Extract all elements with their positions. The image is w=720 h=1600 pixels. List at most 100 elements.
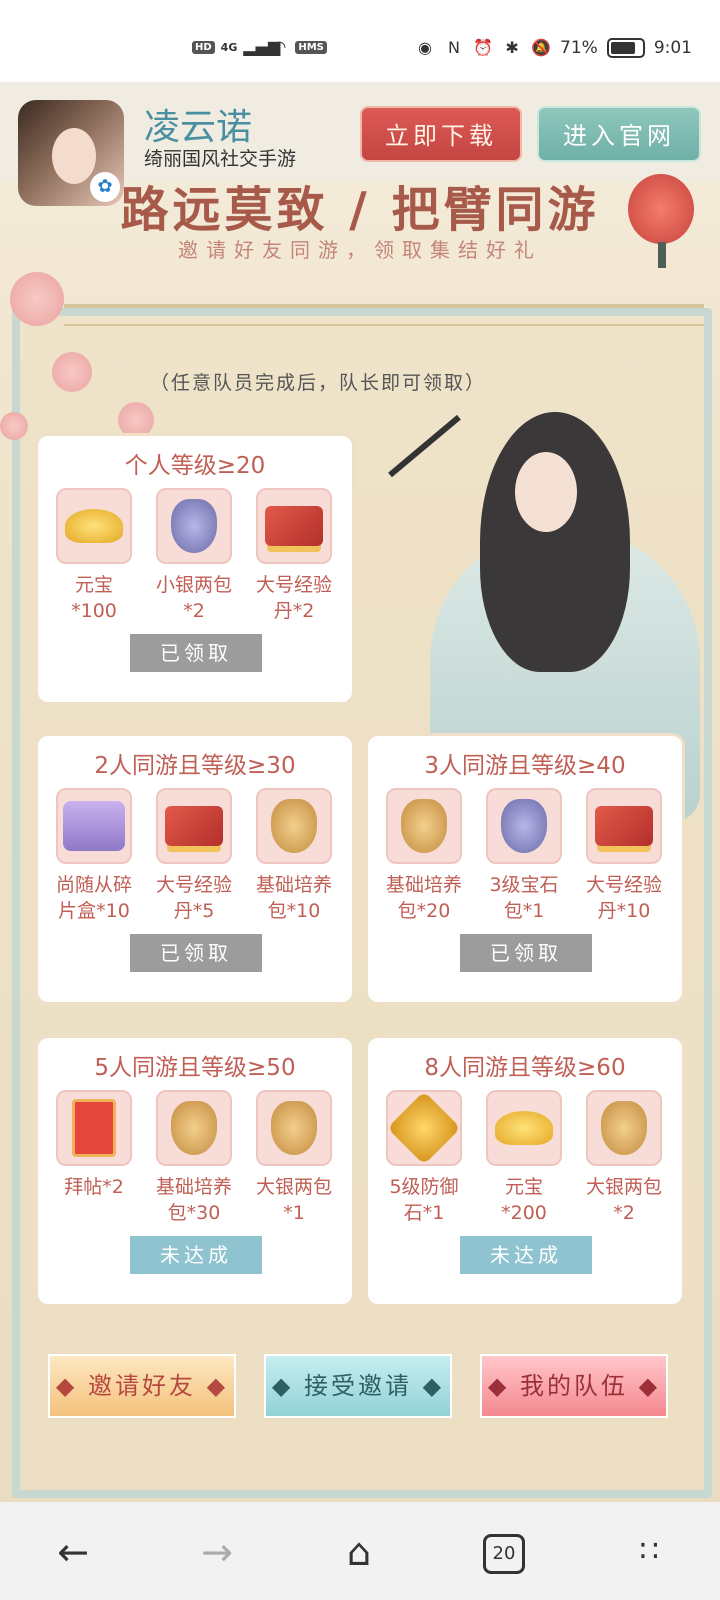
gem-bag-icon (501, 799, 547, 853)
gold-ingot-icon (495, 1111, 553, 1145)
big-silver-bag-icon (601, 1101, 647, 1155)
brush-icon (388, 414, 461, 478)
reward-item: 拜帖*2 (56, 1090, 132, 1200)
reward-item: 大银两包*2 (586, 1090, 662, 1226)
defense-stone-icon (387, 1091, 461, 1165)
claim-note: （任意队员完成后，队长即可领取） (150, 372, 487, 394)
reward-item: 大号经验丹*5 (156, 788, 232, 924)
card-title: 5人同游且等级≥50 (94, 1055, 296, 1081)
reward-label: 拜帖*2 (64, 1176, 124, 1198)
nfc-icon: N (448, 38, 460, 57)
cultivation-bag-icon (401, 799, 447, 853)
reward-card: 3人同游且等级≥40 基础培养包*20 3级宝石包*1 大号经验丹*10 已领取 (368, 736, 682, 1002)
my-team-button[interactable]: ◆ 我的队伍 ◆ (480, 1354, 668, 1418)
menu-icon[interactable]: ∷ (626, 1532, 672, 1572)
reward-item: 尚随从碎片盒*10 (56, 788, 132, 924)
card-title: 2人同游且等级≥30 (94, 753, 296, 779)
reward-label: 基础培养包*20 (386, 874, 463, 922)
alarm-icon: ⏰ (473, 38, 493, 57)
reward-card: 8人同游且等级≥60 5级防御石*1 元宝*200 大银两包*2 未达成 (368, 1038, 682, 1304)
cultivation-bag-icon (271, 799, 317, 853)
claimed-button[interactable]: 已领取 (458, 932, 594, 974)
reward-item: 基础培养包*20 (386, 788, 462, 924)
reward-item: 大号经验丹*10 (586, 788, 662, 924)
reward-label: 基础培养包*30 (156, 1176, 233, 1224)
reward-item: 大银两包*1 (256, 1090, 332, 1226)
reward-card: 5人同游且等级≥50 拜帖*2 基础培养包*30 大银两包*1 未达成 (38, 1038, 352, 1304)
reward-label: 基础培养包*10 (256, 874, 333, 922)
reward-label: 小银两包*2 (156, 574, 233, 622)
network-badge: 4G (220, 40, 238, 54)
reward-label: 大号经验丹*2 (256, 574, 333, 622)
accept-invite-button[interactable]: ◆ 接受邀请 ◆ (264, 1354, 452, 1418)
status-left: HD 4G ▂▄▆ ◠ HMS (192, 38, 327, 56)
hero-hair (480, 412, 630, 672)
unfinished-button[interactable]: 未达成 (458, 1234, 594, 1276)
download-button[interactable]: 立即下载 (360, 106, 522, 162)
reward-item: 基础培养包*30 (156, 1090, 232, 1226)
reward-label: 大银两包*2 (586, 1176, 663, 1224)
reward-item: 大号经验丹*2 (256, 488, 332, 624)
reward-label: 尚随从碎片盒*10 (56, 874, 133, 922)
invitation-card-icon (72, 1099, 116, 1157)
reward-item: 5级防御石*1 (386, 1090, 462, 1226)
reward-label: 大号经验丹*5 (156, 874, 233, 922)
silver-bag-icon (171, 499, 217, 553)
gold-ingot-icon (65, 509, 123, 543)
app-subtitle: 绮丽国风社交手游 (144, 148, 297, 170)
reward-label: 大号经验丹*10 (586, 874, 663, 922)
app-name: 凌云诺 (144, 107, 253, 148)
exp-pill-icon (595, 806, 653, 846)
back-icon[interactable]: ← (50, 1532, 96, 1572)
reward-label: 5级防御石*1 (389, 1176, 459, 1224)
hms-icon: HMS (295, 40, 327, 54)
exp-pill-icon (165, 806, 223, 846)
blossom-decoration (118, 402, 154, 438)
wifi-icon: ◠ (272, 37, 287, 56)
frame-ornament (64, 304, 704, 326)
reward-label: 3级宝石包*1 (489, 874, 559, 922)
clock: 9:01 (653, 38, 692, 58)
reward-item: 3级宝石包*1 (486, 788, 562, 924)
reward-item: 小银两包*2 (156, 488, 232, 624)
battery-percent: 71% (560, 38, 598, 58)
claimed-button[interactable]: 已领取 (128, 932, 264, 974)
card-title: 3人同游且等级≥40 (424, 753, 626, 779)
blossom-decoration (52, 352, 92, 392)
blossom-decoration (0, 412, 28, 440)
status-bar: HD 4G ▂▄▆ ◠ HMS ◉ N ⏰ ✱ 🔕 71% 9:01 (0, 0, 720, 82)
banner-slogan: 路远莫致 / 把臂同游 (120, 182, 600, 238)
reward-label: 元宝*100 (71, 574, 117, 622)
chest-icon (63, 801, 125, 851)
big-silver-bag-icon (271, 1101, 317, 1155)
reward-label: 元宝*200 (501, 1176, 547, 1224)
invite-friends-button[interactable]: ◆ 邀请好友 ◆ (48, 1354, 236, 1418)
blossom-decoration (10, 272, 64, 326)
hero-face (515, 452, 577, 532)
mute-icon: 🔕 (531, 38, 551, 57)
signal-icon: ▂▄▆ (243, 37, 281, 56)
exp-pill-icon (265, 506, 323, 546)
reward-card: 2人同游且等级≥30 尚随从碎片盒*10 大号经验丹*5 基础培养包*10 已领… (38, 736, 352, 1002)
official-site-button[interactable]: 进入官网 (537, 106, 701, 162)
reward-card: 个人等级≥20 元宝*100 小银两包*2 大号经验丹*2 已领取 (38, 436, 352, 702)
browser-nav-bar: ← → ⌂ 20 ∷ (0, 1502, 720, 1600)
reward-item: 基础培养包*10 (256, 788, 332, 924)
bluetooth-icon: ✱ (505, 38, 519, 57)
card-title: 个人等级≥20 (124, 453, 266, 479)
hd-badge: HD (192, 40, 215, 54)
tabs-button[interactable]: 20 (483, 1534, 525, 1574)
card-title: 8人同游且等级≥60 (424, 1055, 626, 1081)
unfinished-button[interactable]: 未达成 (128, 1234, 264, 1276)
eye-icon: ◉ (418, 38, 432, 57)
banner-subtitle: 邀请好友同游，领取集结好礼 (178, 238, 542, 262)
home-icon[interactable]: ⌂ (336, 1532, 382, 1572)
reward-label: 大银两包*1 (256, 1176, 333, 1224)
claimed-button[interactable]: 已领取 (128, 632, 264, 674)
event-page: ✿ 凌云诺 绮丽国风社交手游 立即下载 进入官网 路远莫致 / 把臂同游 邀请好… (0, 82, 720, 1502)
status-right: ◉ N ⏰ ✱ 🔕 71% 9:01 (415, 38, 692, 58)
cultivation-bag-icon (171, 1101, 217, 1155)
forward-icon[interactable]: → (194, 1532, 240, 1572)
reward-item: 元宝*200 (486, 1090, 562, 1226)
reward-item: 元宝*100 (56, 488, 132, 624)
